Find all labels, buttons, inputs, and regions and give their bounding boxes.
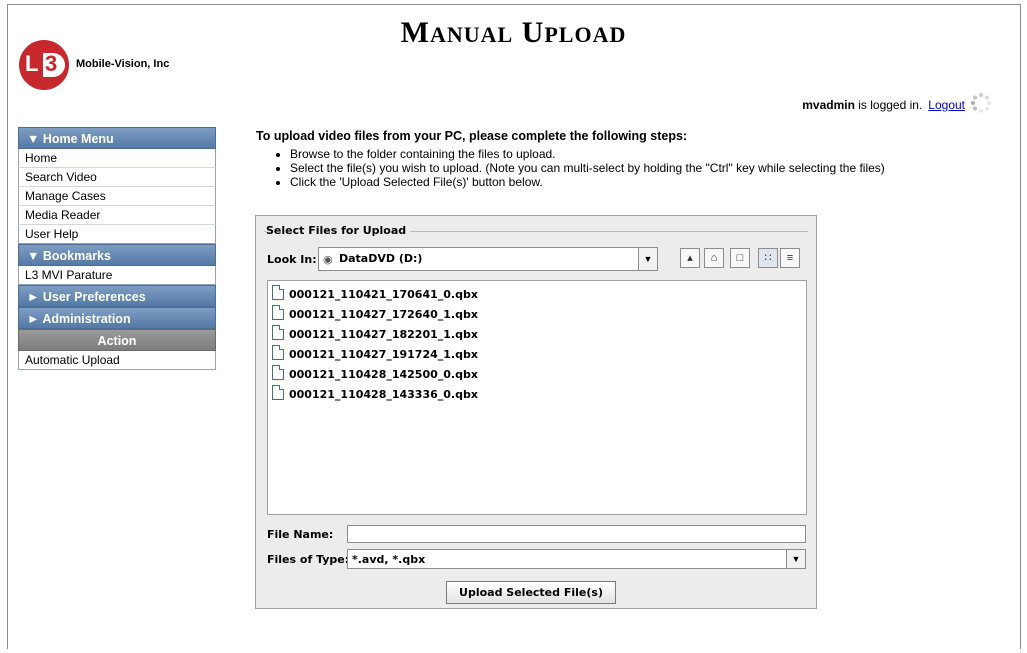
file-name: 000121_110428_143336_0.qbx — [289, 388, 478, 401]
sidebar-item-home[interactable]: Home — [18, 149, 216, 168]
file-name: 000121_110427_172640_1.qbx — [289, 308, 478, 321]
file-icon — [272, 285, 284, 300]
instructions-list: Browse to the folder containing the file… — [256, 147, 885, 189]
administration-header[interactable]: ► Administration — [18, 307, 216, 329]
instruction-step: Browse to the folder containing the file… — [290, 147, 885, 161]
upload-selected-files-button[interactable]: Upload Selected File(s) — [446, 581, 616, 604]
logo-letter: L — [25, 51, 39, 76]
sidebar: ▼ Home Menu Home Search Video Manage Cas… — [18, 127, 216, 370]
files-of-type-label: Files of Type: — [267, 553, 350, 566]
files-of-type-dropdown[interactable]: *.avd, *.qbx ▼ — [347, 549, 806, 569]
list-item[interactable]: 000121_110421_170641_0.qbx — [272, 285, 478, 303]
list-item[interactable]: 000121_110428_142500_0.qbx — [272, 365, 478, 383]
file-name: 000121_110427_191724_1.qbx — [289, 348, 478, 361]
action-header: Action — [18, 329, 216, 351]
home-menu-header[interactable]: ▼ Home Menu — [18, 127, 216, 149]
sidebar-item-l3-mvi-parature[interactable]: L3 MVI Parature — [18, 266, 216, 285]
file-name: 000121_110427_182201_1.qbx — [289, 328, 478, 341]
login-status: mvadmin is logged in. Logout — [802, 98, 965, 112]
file-name: 000121_110428_142500_0.qbx — [289, 368, 478, 381]
home-folder-icon[interactable]: ⌂ — [704, 248, 724, 268]
page-title: MANUAL UPLOAD — [400, 16, 627, 49]
sidebar-item-media-reader[interactable]: Media Reader — [18, 206, 216, 225]
file-chooser: Select Files for Upload Look In: ◉ DataD… — [255, 215, 817, 609]
file-icon — [272, 385, 284, 400]
look-in-dropdown[interactable]: ◉ DataDVD (D:) ▼ — [318, 247, 658, 271]
list-item[interactable]: 000121_110427_191724_1.qbx — [272, 345, 478, 363]
disc-drive-icon: ◉ — [323, 254, 333, 266]
list-item[interactable]: 000121_110428_143336_0.qbx — [272, 385, 478, 403]
files-of-type-value: *.avd, *.qbx — [352, 553, 426, 566]
details-view-icon[interactable]: ≡ — [780, 248, 800, 268]
file-icon — [272, 345, 284, 360]
sidebar-item-user-help[interactable]: User Help — [18, 225, 216, 244]
instruction-step: Click the 'Upload Selected File(s)' butt… — [290, 175, 885, 189]
file-icon — [272, 305, 284, 320]
instruction-step: Select the file(s) you wish to upload. (… — [290, 161, 885, 175]
file-name-field[interactable] — [347, 525, 806, 543]
new-folder-icon[interactable]: □ — [730, 248, 750, 268]
logout-link[interactable]: Logout — [928, 98, 965, 112]
loading-spinner-icon — [971, 93, 991, 113]
login-suffix: is logged in. — [854, 98, 923, 112]
file-icon — [272, 365, 284, 380]
up-folder-icon[interactable]: ▴ — [680, 248, 700, 268]
list-item[interactable]: 000121_110427_172640_1.qbx — [272, 305, 478, 323]
file-list[interactable]: 000121_110421_170641_0.qbx 000121_110427… — [267, 280, 807, 515]
sidebar-item-automatic-upload[interactable]: Automatic Upload — [18, 351, 216, 370]
bookmarks-header[interactable]: ▼ Bookmarks — [18, 244, 216, 266]
instructions-heading: To upload video files from your PC, plea… — [256, 129, 688, 143]
list-view-icon[interactable]: ∷ — [758, 248, 778, 268]
file-name-label: File Name: — [267, 528, 334, 541]
look-in-value: DataDVD (D:) — [339, 252, 423, 265]
look-in-label: Look In: — [267, 253, 317, 266]
list-item[interactable]: 000121_110427_182201_1.qbx — [272, 325, 478, 343]
user-preferences-header[interactable]: ► User Preferences — [18, 285, 216, 307]
sidebar-item-manage-cases[interactable]: Manage Cases — [18, 187, 216, 206]
file-icon — [272, 325, 284, 340]
group-label: Select Files for Upload — [266, 224, 411, 237]
company-name: Mobile-Vision, Inc — [76, 58, 170, 70]
chevron-down-icon[interactable]: ▼ — [638, 248, 657, 270]
chevron-down-icon[interactable]: ▼ — [786, 550, 805, 568]
sidebar-item-search-video[interactable]: Search Video — [18, 168, 216, 187]
instructions: To upload video files from your PC, plea… — [256, 129, 885, 189]
logo-digit: 3 — [45, 51, 58, 76]
file-name: 000121_110421_170641_0.qbx — [289, 288, 478, 301]
username: mvadmin — [802, 98, 855, 112]
